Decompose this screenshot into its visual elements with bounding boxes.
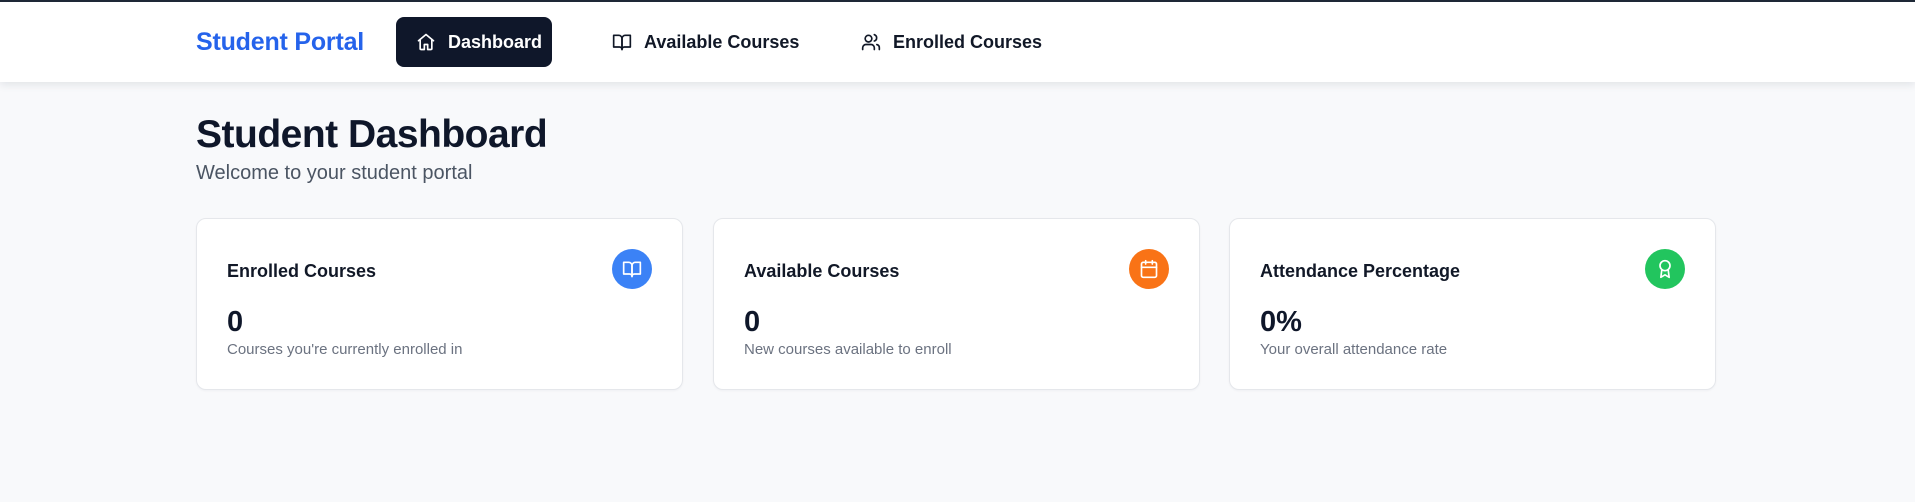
stat-card-attendance-percentage: Attendance Percentage 0% Your overall at… xyxy=(1229,218,1716,390)
nav-item-available-courses[interactable]: Available Courses xyxy=(592,17,819,67)
card-description: Your overall attendance rate xyxy=(1260,341,1448,358)
calendar-icon xyxy=(1129,249,1169,289)
card-description: Courses you're currently enrolled in xyxy=(227,341,463,358)
home-icon xyxy=(416,32,436,52)
users-icon xyxy=(861,32,881,52)
nav-item-label: Enrolled Courses xyxy=(893,31,1043,52)
nav-item-enrolled-courses[interactable]: Enrolled Courses xyxy=(841,17,1062,67)
book-open-icon xyxy=(612,32,632,52)
award-icon xyxy=(1645,249,1685,289)
card-value: 0 xyxy=(744,306,761,338)
card-description: New courses available to enroll xyxy=(744,341,952,358)
nav-item-label: Available Courses xyxy=(644,31,800,52)
stat-card-enrolled-courses: Enrolled Courses 0 Courses you're curren… xyxy=(196,218,683,390)
nav-item-label: Dashboard xyxy=(448,31,543,52)
stat-card-available-courses: Available Courses 0 New courses availabl… xyxy=(713,218,1200,390)
brand-title[interactable]: Student Portal xyxy=(196,28,364,57)
card-title: Enrolled Courses xyxy=(227,261,377,281)
page-subtitle: Welcome to your student portal xyxy=(196,162,473,184)
nav-item-dashboard[interactable]: Dashboard xyxy=(396,17,552,67)
book-open-icon xyxy=(612,249,652,289)
card-value: 0 xyxy=(227,306,244,338)
page-title: Student Dashboard xyxy=(196,113,548,156)
top-navbar: Student Portal Dashboard Available Cours… xyxy=(0,2,1915,82)
card-value: 0% xyxy=(1260,306,1302,338)
card-title: Available Courses xyxy=(744,261,900,281)
card-title: Attendance Percentage xyxy=(1260,261,1461,281)
